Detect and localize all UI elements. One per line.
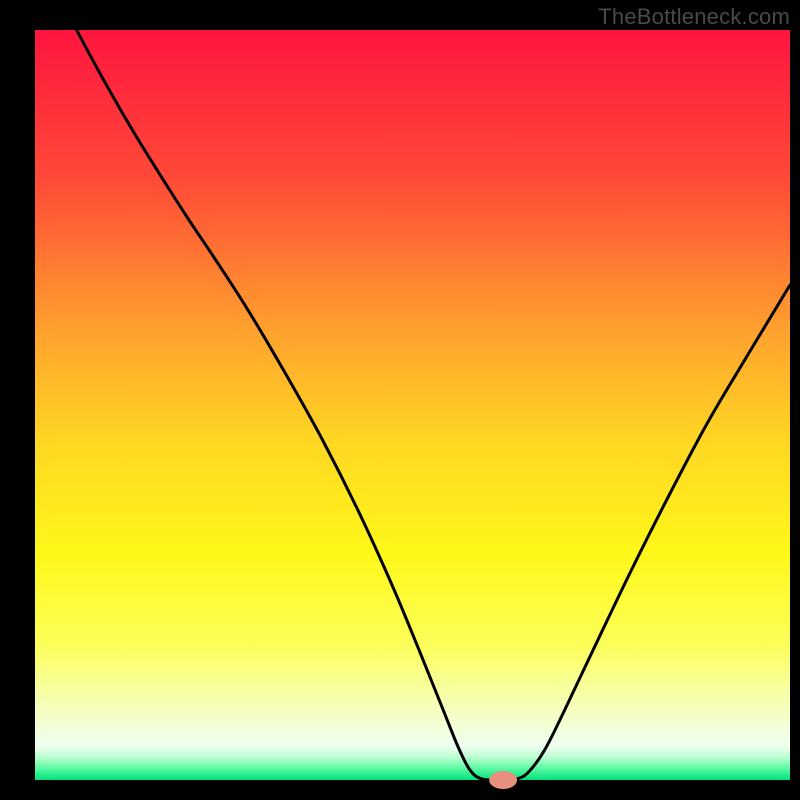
optimum-marker [489,771,517,789]
bottleneck-chart [0,0,800,800]
watermark-label: TheBottleneck.com [598,4,790,30]
plot-background [35,30,790,780]
chart-frame: TheBottleneck.com [0,0,800,800]
